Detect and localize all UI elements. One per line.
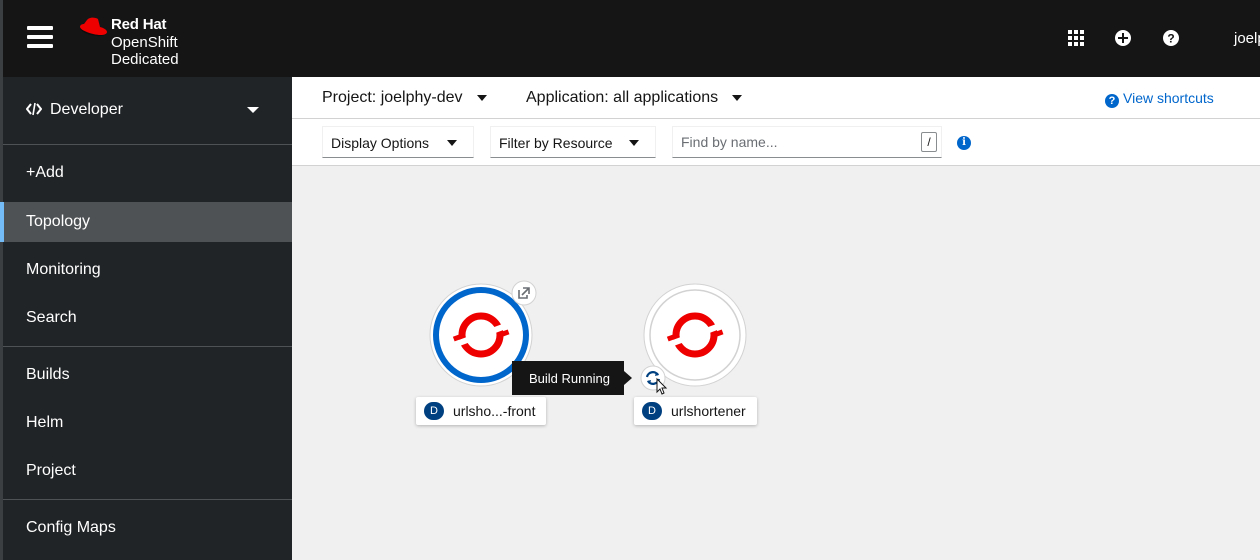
chevron-down-icon xyxy=(476,94,487,101)
filter-toolbar: Display Options Filter by Resource / i xyxy=(292,119,1260,166)
sidebar-nav: Developer +Add Topology Monitoring Searc… xyxy=(0,77,292,560)
sidebar-item-label: Builds xyxy=(26,366,70,383)
sidebar-item-label: +Add xyxy=(26,164,64,181)
code-icon xyxy=(26,102,42,116)
brand-logo[interactable]: Red Hat OpenShift Dedicated xyxy=(75,14,205,68)
help-icon[interactable]: ? xyxy=(1161,28,1181,48)
chevron-down-icon xyxy=(732,94,743,101)
brand-edition: Dedicated xyxy=(111,51,179,68)
sidebar-item-add[interactable]: +Add xyxy=(3,153,292,193)
deployment-badge: D xyxy=(424,402,444,420)
node-name: urlshortener xyxy=(671,403,746,419)
view-shortcuts-label: View shortcuts xyxy=(1123,90,1214,106)
open-url-icon[interactable] xyxy=(510,280,538,308)
chevron-down-icon xyxy=(247,107,259,113)
tooltip-text: Build Running xyxy=(529,371,610,386)
sidebar-item-topology[interactable]: Topology xyxy=(0,202,292,242)
menu-icon[interactable] xyxy=(27,26,53,48)
node-name: urlsho...-front xyxy=(453,403,536,419)
masthead: Red Hat OpenShift Dedicated ? joelphy xyxy=(0,0,1260,77)
application-selector-label: Application: all applications xyxy=(526,89,719,106)
node-label-urlshortener[interactable]: D urlshortener xyxy=(634,397,757,425)
perspective-label: Developer xyxy=(50,101,123,118)
build-status-icon[interactable] xyxy=(638,364,672,396)
project-selector[interactable]: Project: joelphy-dev xyxy=(322,89,487,107)
question-circle-icon: ? xyxy=(1105,94,1119,108)
sidebar-item-label: Helm xyxy=(26,414,64,431)
svg-text:?: ? xyxy=(1167,32,1174,46)
add-icon[interactable] xyxy=(1113,28,1133,48)
redhat-icon xyxy=(79,17,107,37)
user-menu[interactable]: joelphy xyxy=(1234,30,1260,47)
keyboard-shortcut-hint: / xyxy=(921,132,937,152)
find-by-name-input[interactable] xyxy=(673,127,913,157)
display-options-label: Display Options xyxy=(331,135,430,151)
brand-product: OpenShift xyxy=(111,34,178,51)
deployment-badge: D xyxy=(642,402,662,420)
display-options-dropdown[interactable]: Display Options xyxy=(322,126,474,158)
perspective-switcher[interactable]: Developer xyxy=(3,77,292,145)
sidebar-item-label: Topology xyxy=(26,213,91,230)
sidebar-divider xyxy=(3,346,292,347)
sidebar-divider xyxy=(3,499,292,500)
application-selector[interactable]: Application: all applications xyxy=(526,89,743,107)
project-selector-label: Project: joelphy-dev xyxy=(322,89,463,106)
sidebar-item-label: Project xyxy=(26,462,76,479)
info-icon[interactable]: i xyxy=(957,136,971,150)
filter-by-resource-label: Filter by Resource xyxy=(499,135,613,151)
sidebar-item-config-maps[interactable]: Config Maps xyxy=(3,508,292,548)
sidebar-item-label: Config Maps xyxy=(26,519,116,536)
find-by-name: / xyxy=(672,126,942,158)
sidebar-item-label: Search xyxy=(26,309,77,326)
node-label-front[interactable]: D urlsho...-front xyxy=(416,397,546,425)
sidebar-item-builds[interactable]: Builds xyxy=(3,355,292,395)
sidebar-item-label: Monitoring xyxy=(26,261,101,278)
view-shortcuts-link[interactable]: ? View shortcuts xyxy=(1105,90,1214,108)
chevron-down-icon xyxy=(447,140,457,146)
sidebar-item-search[interactable]: Search xyxy=(3,298,292,338)
context-toolbar: Project: joelphy-dev Application: all ap… xyxy=(292,77,1260,119)
app-launcher-icon[interactable] xyxy=(1066,28,1086,48)
sidebar-item-project[interactable]: Project xyxy=(3,451,292,491)
filter-by-resource-dropdown[interactable]: Filter by Resource xyxy=(490,126,656,158)
build-status-tooltip: Build Running xyxy=(512,361,632,395)
chevron-down-icon xyxy=(629,140,639,146)
sidebar-item-helm[interactable]: Helm xyxy=(3,403,292,443)
brand-name: Red Hat xyxy=(111,16,167,33)
sidebar-item-monitoring[interactable]: Monitoring xyxy=(3,250,292,290)
